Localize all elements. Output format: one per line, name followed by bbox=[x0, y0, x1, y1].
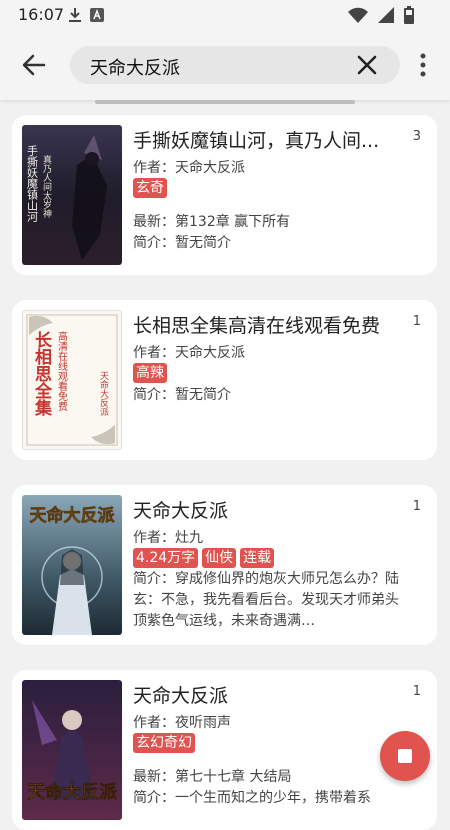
close-icon[interactable] bbox=[356, 54, 378, 76]
book-tag: 玄幻奇幻 bbox=[133, 733, 195, 753]
book-tags: 高辣 bbox=[133, 363, 167, 383]
book-intro: 简介：穿成修仙界的炮灰大师兄怎么办？陆玄：不急，我先看看后台。发现天才师弟头顶紫… bbox=[133, 571, 399, 629]
book-author: 作者：天命大反派 bbox=[133, 345, 245, 361]
book-latest-chapter: 最新：第七十七章 大结局 bbox=[133, 769, 292, 785]
book-author: 作者：夜听雨声 bbox=[133, 715, 231, 731]
status-time: 16:07 bbox=[18, 5, 65, 24]
book-tag: 玄奇 bbox=[133, 178, 167, 198]
status-bar: 16:07 bbox=[0, 0, 450, 30]
book-tag: 连载 bbox=[240, 548, 275, 568]
book-title: 长相思全集高清在线观看免费 bbox=[133, 315, 381, 337]
book-cover: 天命大反派 bbox=[22, 680, 122, 820]
book-author: 作者：天命大反派 bbox=[133, 160, 245, 176]
book-intro: 简介：暂无简介 bbox=[133, 235, 231, 251]
back-arrow-icon[interactable] bbox=[20, 51, 48, 79]
book-source-count: 1 bbox=[412, 499, 421, 514]
battery-icon bbox=[404, 6, 414, 24]
book-source-count: 1 bbox=[412, 314, 421, 329]
stop-search-button[interactable] bbox=[380, 731, 430, 781]
svg-text:天命大反派: 天命大反派 bbox=[30, 505, 116, 526]
book-tag: 4.24万字 bbox=[133, 548, 199, 568]
download-icon bbox=[69, 8, 81, 22]
book-cover: 长相思全集 高清在线观看免费 天命大反派 bbox=[22, 310, 122, 450]
signal-icon bbox=[378, 7, 394, 23]
result-card[interactable]: 天命大反派 天命大反派 1 作者：夜听雨声 玄幻奇幻 最新：第七十七章 大结局 … bbox=[12, 670, 437, 830]
book-tag: 仙侠 bbox=[202, 548, 237, 568]
search-query-text[interactable]: 天命大反派 bbox=[90, 54, 180, 80]
book-title: 天命大反派 bbox=[133, 685, 229, 707]
search-toolbar: 天命大反派 bbox=[0, 30, 450, 100]
scroll-indicator bbox=[95, 100, 355, 104]
result-card[interactable]: 天命大反派 天命大反派 1 作者：灶九 4.24万字 仙侠 连载 简介：穿成修仙… bbox=[12, 485, 437, 645]
cover-author: 天命大反派 bbox=[98, 371, 109, 416]
cover-title-side: 高清在线观看免费 bbox=[56, 330, 68, 412]
book-intro: 简介：暂无简介 bbox=[133, 387, 231, 403]
book-tags: 玄幻奇幻 bbox=[133, 733, 195, 753]
stop-icon bbox=[398, 749, 412, 763]
book-author: 作者：灶九 bbox=[133, 530, 203, 546]
book-title: 天命大反派 bbox=[133, 500, 229, 522]
svg-text:手撕妖魔镇山河: 手撕妖魔镇山河 bbox=[26, 144, 39, 222]
wifi-icon bbox=[348, 7, 368, 23]
book-source-count: 3 bbox=[412, 129, 421, 144]
book-latest-chapter: 最新：第132章 赢下所有 bbox=[133, 214, 291, 230]
svg-text:真乃人间太岁神: 真乃人间太岁神 bbox=[41, 154, 52, 219]
book-tags: 4.24万字 仙侠 连载 bbox=[133, 548, 275, 568]
book-title: 手撕妖魔镇山河，真乃人间... bbox=[133, 130, 380, 152]
book-tag: 高辣 bbox=[133, 363, 167, 383]
search-input[interactable]: 天命大反派 bbox=[70, 46, 400, 84]
book-intro: 简介：一个生而知之的少年，携带着系 bbox=[133, 790, 371, 806]
accessibility-a-icon bbox=[90, 8, 104, 22]
cover-title-main: 长相思全集 bbox=[31, 330, 53, 417]
more-vert-icon[interactable] bbox=[414, 52, 432, 78]
book-cover: 天命大反派 bbox=[22, 495, 122, 635]
result-card[interactable]: 手撕妖魔镇山河 真乃人间太岁神 手撕妖魔镇山河，真乃人间... 3 作者：天命大… bbox=[12, 115, 437, 275]
book-cover: 手撕妖魔镇山河 真乃人间太岁神 bbox=[22, 125, 122, 265]
book-source-count: 1 bbox=[412, 684, 421, 699]
book-tags: 玄奇 bbox=[133, 178, 167, 198]
result-card[interactable]: 长相思全集 高清在线观看免费 天命大反派 长相思全集高清在线观看免费 1 作者：… bbox=[12, 300, 437, 460]
